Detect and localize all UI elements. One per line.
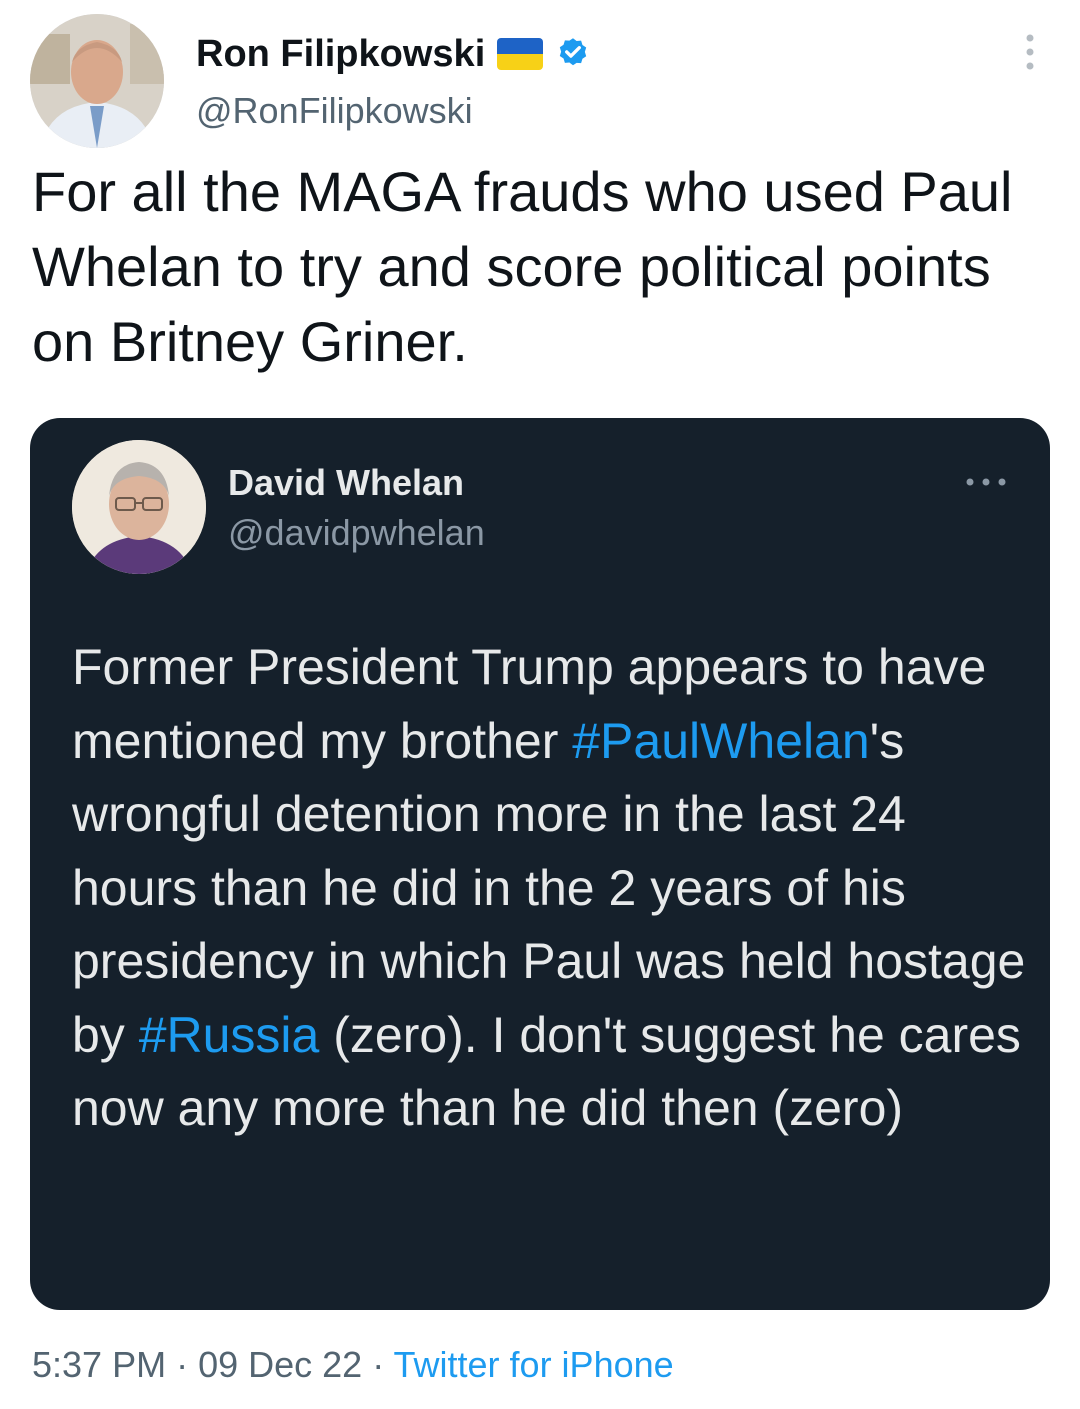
quoted-author-handle[interactable]: @davidpwhelan xyxy=(228,512,485,554)
quoted-author-photo xyxy=(72,440,206,574)
tweet-metadata: 5:37 PM · 09 Dec 22 · Twitter for iPhone xyxy=(32,1338,674,1392)
more-options-icon[interactable] xyxy=(1010,32,1050,76)
author-photo xyxy=(30,14,164,148)
quoted-author-avatar[interactable] xyxy=(72,440,206,574)
verified-badge-icon xyxy=(555,36,591,72)
quoted-more-options-icon[interactable] xyxy=(962,472,1010,492)
quoted-tweet-card[interactable]: David Whelan @davidpwhelan Former Presid… xyxy=(30,418,1050,1310)
meta-separator: · xyxy=(166,1344,199,1385)
hashtag-link-paulwhelan[interactable]: #PaulWhelan xyxy=(572,713,869,769)
author-avatar[interactable] xyxy=(30,14,164,148)
ukraine-flag-icon xyxy=(497,38,544,70)
author-handle[interactable]: @RonFilipkowski xyxy=(196,90,473,132)
author-header: Ron Filipkowski xyxy=(196,32,591,76)
tweet-source-link[interactable]: Twitter for iPhone xyxy=(394,1344,674,1385)
hashtag-link-russia[interactable]: #Russia xyxy=(139,1007,320,1063)
meta-separator: · xyxy=(362,1344,394,1385)
tweet-text: For all the MAGA frauds who used Paul Wh… xyxy=(32,160,1013,373)
tweet-time[interactable]: 5:37 PM xyxy=(32,1344,166,1385)
quoted-author-display-name[interactable]: David Whelan xyxy=(228,462,464,504)
author-display-name[interactable]: Ron Filipkowski xyxy=(196,32,485,76)
tweet-date[interactable]: 09 Dec 22 xyxy=(198,1344,362,1385)
quoted-tweet-text: Former President Trump appears to have m… xyxy=(72,631,1032,1146)
